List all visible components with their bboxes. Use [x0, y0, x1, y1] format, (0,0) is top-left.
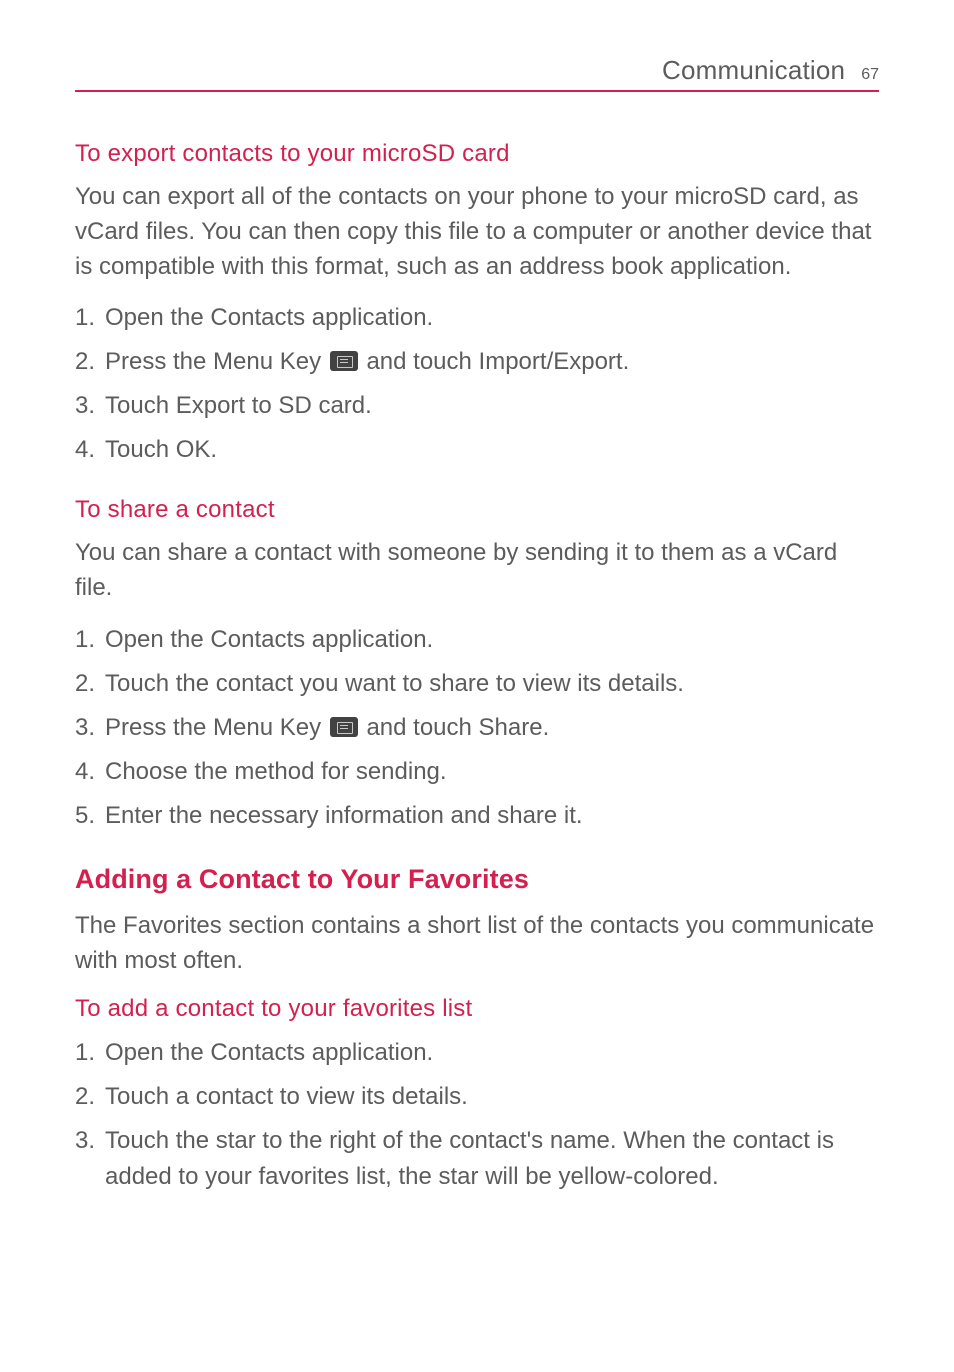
steps-favorites: Open the Contacts application. Touch a c…: [75, 1035, 879, 1195]
text: .: [623, 348, 630, 375]
bold-contacts: Contacts: [210, 1039, 305, 1066]
bold-menu-key: Menu Key: [213, 348, 321, 375]
step-share-3: Press the Menu Key and touch Share.: [75, 710, 879, 746]
page-header: Communication 67: [75, 55, 879, 92]
heading-favorites-main: Adding a Contact to Your Favorites: [75, 864, 879, 895]
section-export-contacts: To export contacts to your microSD card …: [75, 140, 879, 468]
section-favorites: Adding a Contact to Your Favorites The F…: [75, 864, 879, 1195]
bold-share: Share: [479, 714, 543, 741]
step-share-2: Touch the contact you want to share to v…: [75, 666, 879, 702]
step-fav-3: Touch the star to the right of the conta…: [75, 1123, 879, 1195]
text: application.: [305, 626, 433, 653]
step-export-1: Open the Contacts application.: [75, 300, 879, 336]
step-share-1: Open the Contacts application.: [75, 622, 879, 658]
text: application.: [305, 1039, 433, 1066]
heading-add-favorite: To add a contact to your favorites list: [75, 995, 879, 1023]
bold-ok: OK: [176, 436, 211, 463]
document-page: Communication 67 To export contacts to y…: [0, 0, 954, 1283]
header-title: Communication: [662, 55, 845, 86]
bold-import-export: Import/Export: [479, 348, 623, 375]
bold-export-sd: Export to SD card: [176, 392, 365, 419]
bold-menu-key: Menu Key: [213, 714, 321, 741]
para-export-intro: You can export all of the contacts on yo…: [75, 180, 879, 284]
text: Press the: [105, 348, 213, 375]
text: Press the: [105, 714, 213, 741]
text: Open the: [105, 1039, 210, 1066]
para-share-intro: You can share a contact with someone by …: [75, 536, 879, 606]
steps-export: Open the Contacts application. Press the…: [75, 300, 879, 468]
step-fav-1: Open the Contacts application.: [75, 1035, 879, 1071]
bold-contacts: Contacts: [210, 304, 305, 331]
text: application.: [305, 304, 433, 331]
heading-export: To export contacts to your microSD card: [75, 140, 879, 168]
steps-share: Open the Contacts application. Touch the…: [75, 622, 879, 834]
bold-contacts: Contacts: [210, 626, 305, 653]
text: and touch: [360, 714, 479, 741]
bold-favorites: Favorites: [123, 912, 222, 939]
text: .: [210, 436, 217, 463]
section-share-contact: To share a contact You can share a conta…: [75, 496, 879, 834]
text: .: [365, 392, 372, 419]
step-export-4: Touch OK.: [75, 432, 879, 468]
step-share-5: Enter the necessary information and shar…: [75, 798, 879, 834]
menu-key-icon: [330, 351, 358, 371]
step-export-3: Touch Export to SD card.: [75, 388, 879, 424]
text: Touch: [105, 392, 176, 419]
step-share-4: Choose the method for sending.: [75, 754, 879, 790]
step-export-2: Press the Menu Key and touch Import/Expo…: [75, 344, 879, 380]
page-number: 67: [861, 66, 879, 84]
menu-key-icon: [330, 717, 358, 737]
text: .: [543, 714, 550, 741]
text: Open the: [105, 626, 210, 653]
text: The: [75, 912, 123, 939]
text: Touch: [105, 436, 176, 463]
step-fav-2: Touch a contact to view its details.: [75, 1079, 879, 1115]
para-favorites-intro: The Favorites section contains a short l…: [75, 909, 879, 979]
text: and touch: [360, 348, 479, 375]
heading-share: To share a contact: [75, 496, 879, 524]
text: Open the: [105, 304, 210, 331]
